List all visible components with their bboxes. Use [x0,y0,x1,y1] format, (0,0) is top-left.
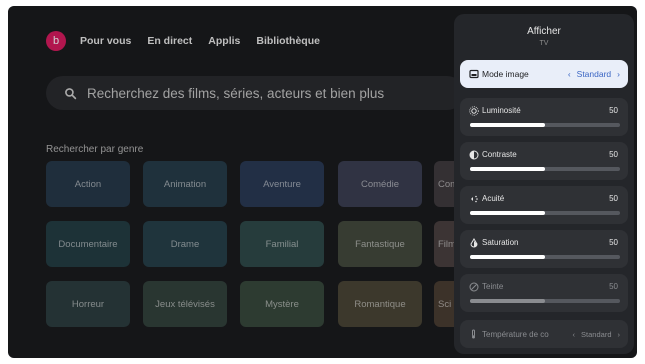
slider-fill [470,299,545,303]
color-temperature-selector[interactable]: ‹ Standard › [573,330,620,339]
color-temperature-row[interactable]: Température de co ‹ Standard › [460,320,628,348]
brightness-icon [469,106,479,116]
slider-value: 50 [609,282,618,291]
sharpness-icon [471,195,478,203]
chevron-left-icon[interactable]: ‹ [573,330,576,339]
color-temperature-label: Température de co [482,330,549,339]
panel-subtitle: TV [539,40,549,47]
contrast-icon [469,150,479,160]
slider-track[interactable] [470,123,620,127]
slider-value: 50 [609,150,618,159]
slider-track[interactable] [470,255,620,259]
slider-label: Luminosité [482,106,521,115]
thermometer-icon [472,329,475,339]
chevron-right-icon[interactable]: › [618,330,621,339]
slider-track[interactable] [470,299,620,303]
slider-value: 50 [609,106,618,115]
slider-label: Teinte [482,282,504,291]
slider-label: Acuité [482,194,505,203]
slider-row[interactable]: Contraste 50 [460,142,628,180]
picture-mode-row[interactable]: Mode image ‹ Standard › [460,60,628,88]
slider-label: Saturation [482,238,519,247]
slider-row[interactable]: Acuité 50 [460,186,628,224]
saturation-icon [470,238,478,248]
picture-mode-label: Mode image [482,69,529,79]
picture-mode-value: Standard [576,69,612,79]
slider-track[interactable] [470,211,620,215]
slider-value: 50 [609,238,618,247]
slider-fill [470,167,545,171]
picture-mode-selector[interactable]: ‹ Standard › [568,69,620,79]
slider-fill [470,255,545,259]
slider-value: 50 [609,194,618,203]
slider-fill [470,211,545,215]
slider-track[interactable] [470,167,620,171]
panel-title: Afficher [527,26,561,37]
slider-label: Contraste [482,150,517,159]
display-settings-panel: Afficher TV Mode image ‹ Standard › Lumi… [454,14,634,354]
slider-fill [470,123,545,127]
slider-row[interactable]: Teinte 50 [460,274,628,312]
tint-icon [469,282,479,292]
chevron-left-icon[interactable]: ‹ [568,69,571,79]
picture-mode-icon [469,69,479,79]
slider-row[interactable]: Luminosité 50 [460,98,628,136]
slider-row[interactable]: Saturation 50 [460,230,628,268]
tv-screen: b Pour vous En direct Applis Bibliothèqu… [8,6,637,358]
color-temperature-value: Standard [581,330,612,339]
chevron-right-icon[interactable]: › [617,69,620,79]
